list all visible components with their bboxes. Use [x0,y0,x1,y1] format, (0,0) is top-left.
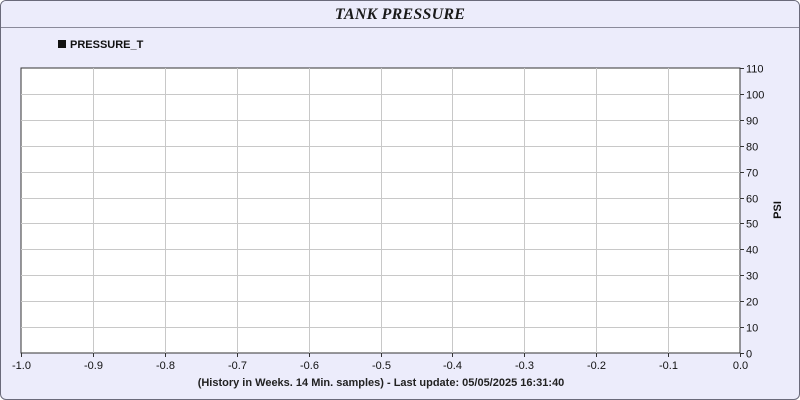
x-tick-label: -0.3 [515,360,534,372]
y-tick-label: 50 [746,219,758,231]
x-tick-label: 0.0 [733,360,748,372]
y-tick-label: 70 [746,168,758,180]
legend: PRESSURE_T [58,39,144,51]
x-tick-label: -0.5 [372,360,391,372]
y-axis: 0 10 20 30 40 50 60 70 80 90 100 110 [740,64,764,361]
y-tick-label: 30 [746,271,758,283]
x-tick-label: -0.9 [84,360,103,372]
x-tick-label: -1.0 [12,360,31,372]
y-tick-label: 90 [746,116,758,128]
chart-canvas: PRESSURE_T -1.0 -0.9 -0.8 -0.7 -0.6 -0.5 -0.4-… [12,39,784,389]
x-tick-label: -0.2 [587,360,606,372]
y-tick-label: 60 [746,194,758,206]
footer-status-text: (History in Weeks. 14 Min. samples) - La… [198,377,565,389]
y-tick-label: 0 [746,349,752,361]
x-tick-label: -0.1 [659,360,678,372]
y-tick-label: 10 [746,323,758,335]
y-tick-label: 40 [746,245,758,257]
x-tick-label: -0.8 [156,360,175,372]
x-tick-label: -0.6 [300,360,319,372]
x-axis: -1.0 -0.9 -0.8 -0.7 -0.6 -0.5 -0.4 -0.3 -0.2 -0.1… [12,353,748,372]
y-axis-label: PSI [772,201,784,219]
x-tick-label: -0.7 [228,360,247,372]
y-tick-label: 100 [746,90,764,102]
x-tick-label: -0.4 [443,360,462,372]
legend-swatch-pressure-t [58,40,66,48]
y-tick-label: 20 [746,297,758,309]
plot-area [20,67,741,354]
y-tick-label: 110 [746,64,764,76]
legend-label-pressure-t: PRESSURE_T [70,39,144,51]
y-tick-label: 80 [746,142,758,154]
